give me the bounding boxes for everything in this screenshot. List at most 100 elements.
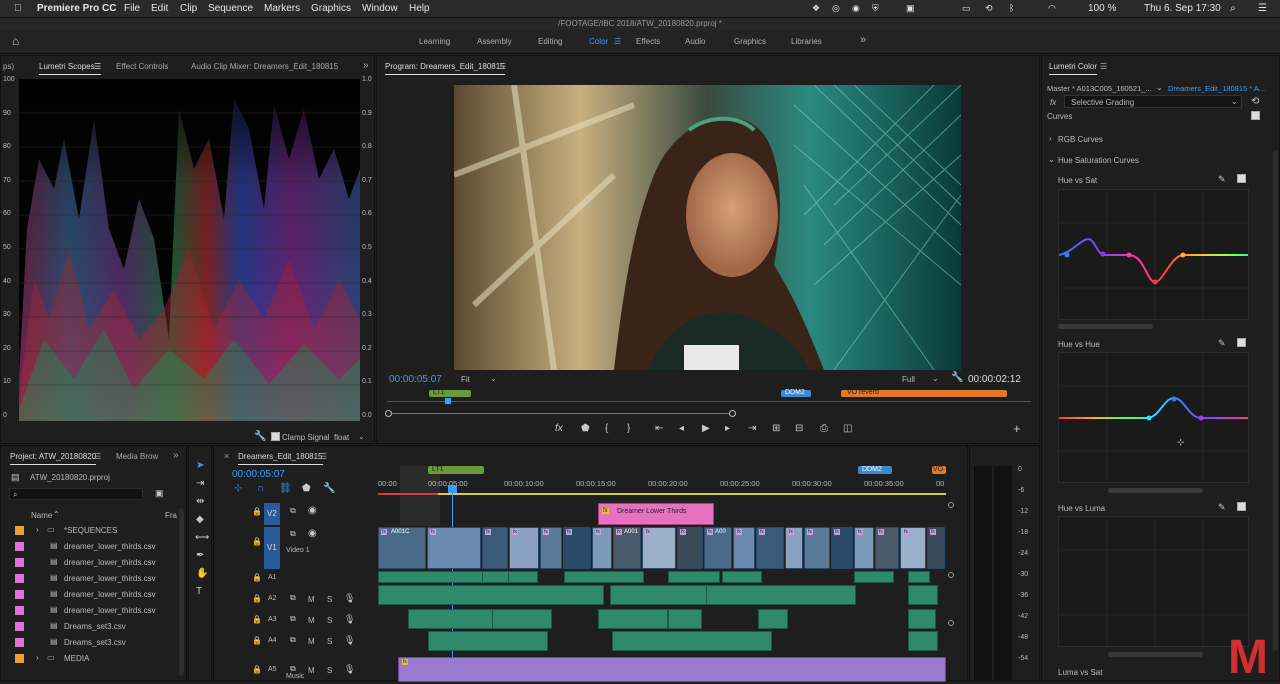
hue-vs-hue-scrollbar[interactable] (1108, 488, 1203, 493)
workspace-libraries[interactable]: Libraries (791, 37, 822, 46)
column-frame-rate[interactable]: Fra (165, 511, 177, 520)
status-icon[interactable]: ◉ (852, 3, 860, 14)
audio-clip[interactable] (408, 609, 494, 629)
marker-ddm2[interactable]: DDM2 (858, 466, 892, 474)
type-tool-icon[interactable]: T (196, 587, 202, 597)
audio-clip[interactable] (908, 585, 938, 605)
sync-lock-icon[interactable]: ⧉ (290, 593, 296, 603)
workspace-graphics[interactable]: Graphics (734, 37, 766, 46)
scroll-handle[interactable] (948, 502, 954, 508)
label-swatch[interactable] (15, 654, 24, 663)
hue-vs-hue-checkbox[interactable] (1237, 338, 1246, 347)
video-clip[interactable]: fx (831, 527, 853, 569)
curves-section[interactable]: Curves (1047, 112, 1072, 121)
razor-tool-icon[interactable]: ◆ (196, 515, 204, 525)
apple-icon[interactable]:  (14, 3, 22, 14)
slip-tool-icon[interactable]: ⟷ (195, 533, 209, 543)
video-clip[interactable]: fx (482, 527, 508, 569)
marker-vo[interactable]: VO (932, 466, 946, 474)
lock-icon[interactable]: 🔒 (252, 507, 262, 517)
list-item[interactable]: › ▭ MEDIA (9, 650, 169, 666)
video-clip[interactable]: fx (785, 527, 803, 569)
scroll-handle[interactable] (948, 620, 954, 626)
label-swatch[interactable] (15, 558, 24, 567)
label-swatch[interactable] (15, 574, 24, 583)
selection-tool-icon[interactable]: ➤ (196, 461, 204, 471)
music-clip[interactable]: fx (398, 657, 946, 682)
search-icon[interactable]: ⌕ (1230, 3, 1236, 14)
eye-icon[interactable]: ◉ (308, 529, 317, 539)
video-clip[interactable]: fx (509, 527, 539, 569)
workspace-menu-icon[interactable]: ☰ (614, 37, 621, 46)
microphone-icon[interactable]: 🎙 (344, 635, 355, 645)
eyedropper-icon[interactable]: ✎ (1218, 338, 1226, 348)
compare-icon[interactable]: ◫ (843, 424, 852, 434)
menu-edit[interactable]: Edit (151, 3, 168, 14)
cc-icon[interactable]: ◎ (832, 3, 840, 14)
video-clip[interactable]: fx (592, 527, 612, 569)
audio-clip[interactable] (668, 571, 720, 583)
menu-markers[interactable]: Markers (264, 3, 300, 14)
rgb-curves-label[interactable]: RGB Curves (1058, 135, 1103, 144)
column-name[interactable]: Name (31, 511, 52, 520)
expand-chevron-icon[interactable]: › (36, 525, 39, 534)
tab-sequence[interactable]: Dreamers_Edit_180815 (238, 452, 323, 465)
tab-partial[interactable]: ps) (3, 62, 14, 71)
audio-clip[interactable] (758, 609, 788, 629)
marker-lt1[interactable]: LT1 (428, 466, 484, 474)
hand-tool-icon[interactable]: ✋ (196, 569, 208, 579)
list-item[interactable]: › ▭ *SEQUENCES (9, 522, 169, 538)
project-overflow-icon[interactable]: » (173, 450, 179, 461)
hue-vs-sat-scrollbar[interactable] (1058, 324, 1153, 329)
lock-icon[interactable]: 🔒 (252, 537, 262, 547)
resolution-chevron-icon[interactable]: ⌄ (932, 374, 939, 383)
menu-graphics[interactable]: Graphics (311, 3, 351, 14)
audio-clip[interactable] (428, 631, 548, 651)
add-marker-icon[interactable]: ⬟ (302, 484, 311, 494)
mute-button[interactable]: M (308, 595, 315, 604)
bluetooth-icon[interactable]: ᛒ (1009, 3, 1014, 13)
video-clip[interactable]: fx (875, 527, 899, 569)
menu-list-icon[interactable]: ☰ (1258, 3, 1267, 14)
audio-clip[interactable] (612, 631, 772, 651)
lumetri-vertical-scrollbar[interactable] (1273, 151, 1278, 651)
snap-icon[interactable]: ∩ (257, 484, 264, 494)
label-swatch[interactable] (15, 622, 24, 631)
dropbox-icon[interactable]: ❖ (812, 3, 820, 14)
workspace-more[interactable]: » (860, 34, 866, 46)
label-swatch[interactable] (15, 542, 24, 551)
audio-clip[interactable] (908, 571, 930, 583)
sync-lock-icon[interactable]: ⧉ (290, 635, 296, 645)
tab-menu-icon[interactable]: ☰ (94, 62, 102, 75)
clamp-signal-checkbox[interactable] (271, 432, 280, 441)
list-item[interactable]: ▤ Dreams_set3.csv (9, 618, 169, 634)
new-bin-icon[interactable]: ▣ (155, 488, 164, 498)
audio-clip[interactable] (508, 571, 538, 583)
solo-button[interactable]: S (327, 637, 332, 646)
resolution-dropdown[interactable]: Full (902, 375, 915, 384)
video-clip[interactable]: fx (677, 527, 703, 569)
scroll-handle[interactable] (948, 572, 954, 578)
linked-selection-icon[interactable]: ⛓ (279, 484, 292, 494)
hue-vs-luma-scrollbar[interactable] (1108, 652, 1203, 657)
add-button-icon[interactable]: + (1013, 422, 1021, 435)
label-swatch[interactable] (15, 638, 24, 647)
tab-program[interactable]: Program: Dreamers_Edit_180815 (385, 62, 505, 75)
label-swatch[interactable] (15, 526, 24, 535)
lock-icon[interactable]: 🔒 (252, 636, 262, 646)
marker-vo-reverb[interactable]: VO reverb (841, 389, 1007, 397)
fit-chevron-icon[interactable]: ⌄ (490, 374, 497, 383)
video-clip[interactable]: fx A001 (613, 527, 641, 569)
mini-timeline[interactable]: LT1 DDM2 VO reverb (385, 389, 1031, 417)
app-menu[interactable]: Premiere Pro CC (37, 3, 116, 14)
chevron-down-icon[interactable]: ⌄ (358, 432, 365, 441)
nest-icon[interactable]: ⊹ (234, 484, 242, 494)
audio-clip[interactable] (668, 609, 702, 629)
go-to-in-icon[interactable]: ⇤ (655, 424, 663, 434)
panel-overflow-icon[interactable]: » (363, 60, 369, 71)
label-swatch[interactable] (15, 590, 24, 599)
menu-sequence[interactable]: Sequence (208, 3, 253, 14)
camera-icon[interactable]: ⎙ (820, 424, 828, 434)
microphone-icon[interactable]: 🎙 (344, 614, 355, 624)
eyedropper-icon[interactable]: ✎ (1218, 502, 1226, 512)
